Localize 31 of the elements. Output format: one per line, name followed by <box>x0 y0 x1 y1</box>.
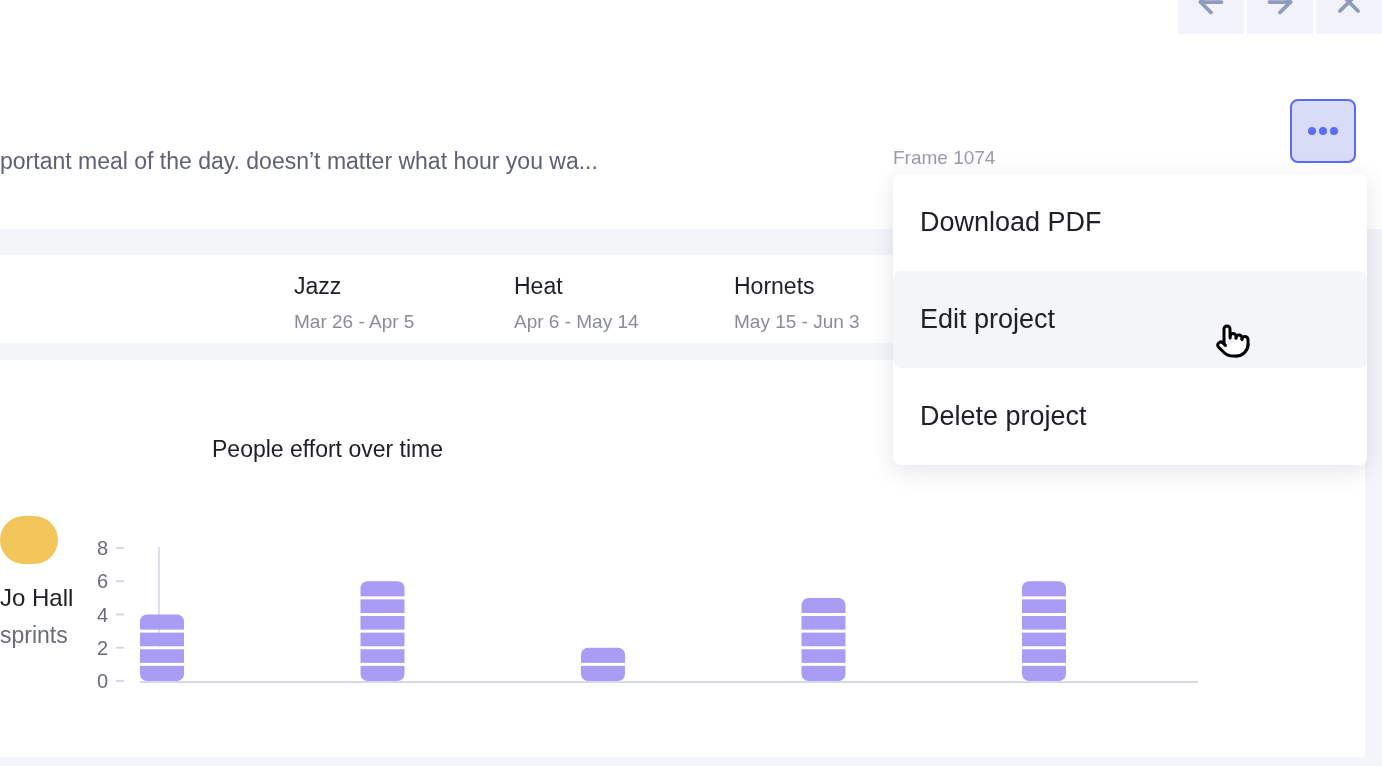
y-tick-label: 2 <box>96 636 108 659</box>
y-tick-label: 0 <box>96 669 108 692</box>
hand-pointer-icon <box>1215 323 1251 359</box>
sprint-dates: May 15 - Jun 3 <box>734 309 860 334</box>
person-name: Jo Hall <box>0 586 74 610</box>
y-axis-tick: 6 <box>96 569 125 592</box>
sprint-name: Heat <box>514 272 563 301</box>
description-text: portant meal of the day. doesn’t matter what hour you wa... <box>0 147 599 176</box>
y-axis-tick: 4 <box>96 603 125 625</box>
nav-button[interactable] <box>1178 0 1244 34</box>
close-button[interactable] <box>1316 0 1382 34</box>
sprint-dates: Mar 26 - Apr 5 <box>294 309 415 334</box>
more-button[interactable] <box>1290 99 1356 163</box>
y-axis-tick: 8 <box>96 536 125 559</box>
ellipsis-icon <box>1307 126 1339 136</box>
avatar-placeholder <box>0 516 58 564</box>
sprint-name: Jazz <box>294 272 342 301</box>
sprint-count: sprints <box>0 624 68 647</box>
effort-bar <box>581 647 625 681</box>
y-axis-tick: 2 <box>96 636 125 659</box>
y-tick-label: 8 <box>96 536 108 559</box>
y-axis-tick: 0 <box>96 669 125 692</box>
chart-title: People effort over time <box>212 435 444 464</box>
effort-bar <box>140 614 184 681</box>
frame-label: Frame 1074 <box>893 146 997 170</box>
sprint-dates: Apr 6 - May 14 <box>514 309 639 334</box>
menu-item[interactable]: Edit project <box>893 271 1367 368</box>
y-tick-label: 4 <box>96 603 108 625</box>
y-tick-label: 6 <box>96 569 108 592</box>
sprint-name: Hornets <box>734 272 815 301</box>
nav-button[interactable] <box>1247 0 1313 34</box>
